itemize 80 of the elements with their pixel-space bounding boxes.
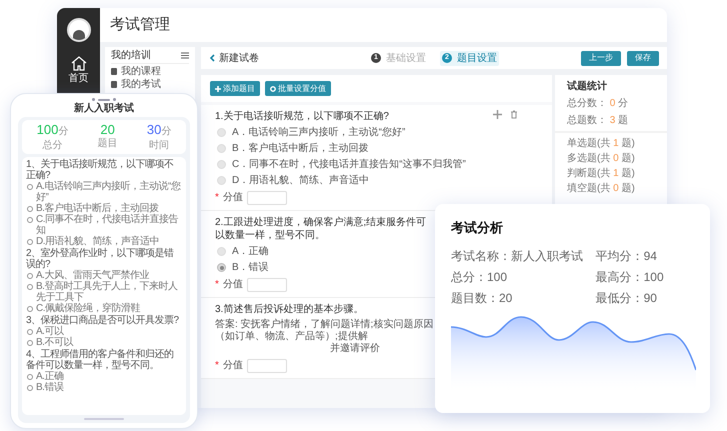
- analysis-stat: 考试名称：新人入职考试: [451, 248, 584, 264]
- sidebar-item[interactable]: 我的课程: [111, 66, 189, 77]
- required-asterisk: *: [215, 278, 219, 292]
- home-icon: [70, 56, 86, 71]
- radio-button[interactable]: [217, 263, 226, 272]
- option-label: B.错误: [36, 382, 64, 393]
- score-input[interactable]: [246, 358, 287, 372]
- option-label: A.电话铃响三声内接听，主动说“您好”: [36, 181, 182, 203]
- stat-value: 100分: [36, 122, 68, 139]
- option-label: B．客户电话中断后，主动回拨: [232, 142, 369, 155]
- chevron-left-icon: [209, 54, 215, 62]
- sidebar-title: 我的培训: [111, 50, 151, 61]
- trash-icon[interactable]: [510, 110, 518, 119]
- stats-line: 填空题(共 0 题): [567, 182, 636, 195]
- stats-line: 判断题(共 1 题): [567, 167, 636, 180]
- toolbar-button[interactable]: 保存: [627, 50, 659, 66]
- radio-button[interactable]: [217, 247, 226, 256]
- option-label: C.佩戴保险绳，穿防滑鞋: [36, 303, 140, 314]
- analysis-stat: 最低分：90: [596, 290, 658, 306]
- option-label: A.正确: [36, 371, 64, 382]
- answer-text: 并邀请评价: [330, 343, 380, 355]
- option-label: C．同事不在时，代接电话并直接告知“这事不归我管”: [232, 158, 466, 171]
- question-title: 1、关于电话接听规范，以下哪项不正确?: [26, 159, 175, 181]
- stats-line: 单选题(共 1 题): [567, 137, 636, 150]
- question-title: 3.简述售后投诉处理的基本步骤。: [215, 303, 364, 316]
- phone-title: 新人入职考试: [74, 103, 134, 115]
- question-title: 1.关于电话接听规范，以下哪项不正确?: [215, 110, 389, 123]
- stat-value: 30分: [146, 122, 172, 139]
- nav-item[interactable]: 首页: [68, 56, 88, 86]
- option-label: D．用语礼貌、简练、声音适中: [232, 174, 370, 187]
- option-label: D.用语礼貌、简练，声音适中: [36, 236, 159, 247]
- stats-line: 多选题(共 0 题): [567, 152, 636, 165]
- question-title: 3、保税进口商品是否可以开具发票?: [26, 315, 180, 326]
- analysis-stat: 题目数：20: [451, 290, 514, 306]
- score-input[interactable]: [246, 278, 287, 292]
- stats-line: 总题数： 3 题: [567, 114, 630, 128]
- score-input[interactable]: [246, 190, 287, 204]
- stats-line: 总分数： 0 分: [567, 96, 630, 111]
- stat-label: 总分: [42, 140, 62, 152]
- home-indicator: [84, 418, 124, 420]
- back-link[interactable]: 新建试卷: [209, 50, 369, 66]
- analysis-stat: 最高分：100: [596, 268, 665, 286]
- score-label: 分值: [222, 191, 243, 205]
- toolbar-button[interactable]: 上一步: [581, 50, 621, 66]
- option-label: A．正确: [232, 245, 269, 258]
- analysis-stat: 总分：100: [451, 268, 508, 286]
- required-asterisk: *: [215, 359, 219, 373]
- option-label: B．错误: [232, 261, 269, 274]
- score-label: 分值: [222, 359, 243, 373]
- option-label: B.登高时工具先于人上，下来时人先于工具下: [36, 281, 178, 303]
- radio-button[interactable]: [217, 176, 226, 185]
- stat-label: 时间: [149, 140, 170, 152]
- question-title: 2.工跟进处理进度，确保客户满意;结束服务件可以数量一样，型号不同。: [215, 216, 428, 242]
- stats-title: 试题统计: [567, 80, 608, 94]
- card-title: 考试分析: [451, 219, 504, 237]
- menu-icon[interactable]: [181, 52, 189, 59]
- radio-button[interactable]: [217, 160, 226, 169]
- answer-text: 答案: 安抚客户情绪，了解问题详情;核实问题原因（如订单、物流、产品等）;提供解: [215, 319, 434, 342]
- option-label: A.大风、雷雨天气严禁作业: [36, 270, 149, 281]
- radio-button[interactable]: [217, 128, 226, 137]
- question-title: 4、工程师借用的客户备件和归还的备件可以数量一样，型号不同。: [26, 349, 175, 371]
- radio-button[interactable]: [217, 144, 226, 153]
- action-button[interactable]: 添加题目: [210, 81, 260, 96]
- window-title: 考试管理: [110, 14, 170, 35]
- option-label: A.可以: [36, 326, 64, 337]
- analysis-stat: 平均分：94: [596, 248, 658, 264]
- move-icon[interactable]: [493, 110, 502, 119]
- option-label: A．电话铃响三声内接听，主动说“您好”: [232, 126, 406, 139]
- plus-icon: [215, 86, 221, 92]
- option-label: C.同事不在时，代接电话并直接告知: [36, 214, 180, 236]
- sidebar-item[interactable]: 我的考试: [111, 79, 189, 90]
- stat-label: 题目: [98, 138, 118, 150]
- option-label: B.客户电话中断后，主动回拨: [36, 203, 158, 214]
- required-asterisk: *: [215, 191, 219, 205]
- action-button[interactable]: 批量设置分值: [265, 81, 331, 96]
- stat-value: 20: [100, 122, 115, 138]
- question-title: 2、室外登高作业时，以下哪项是错误的?: [26, 248, 175, 270]
- option-label: B.不可以: [36, 337, 73, 348]
- score-label: 分值: [222, 278, 243, 292]
- avatar: [66, 18, 90, 42]
